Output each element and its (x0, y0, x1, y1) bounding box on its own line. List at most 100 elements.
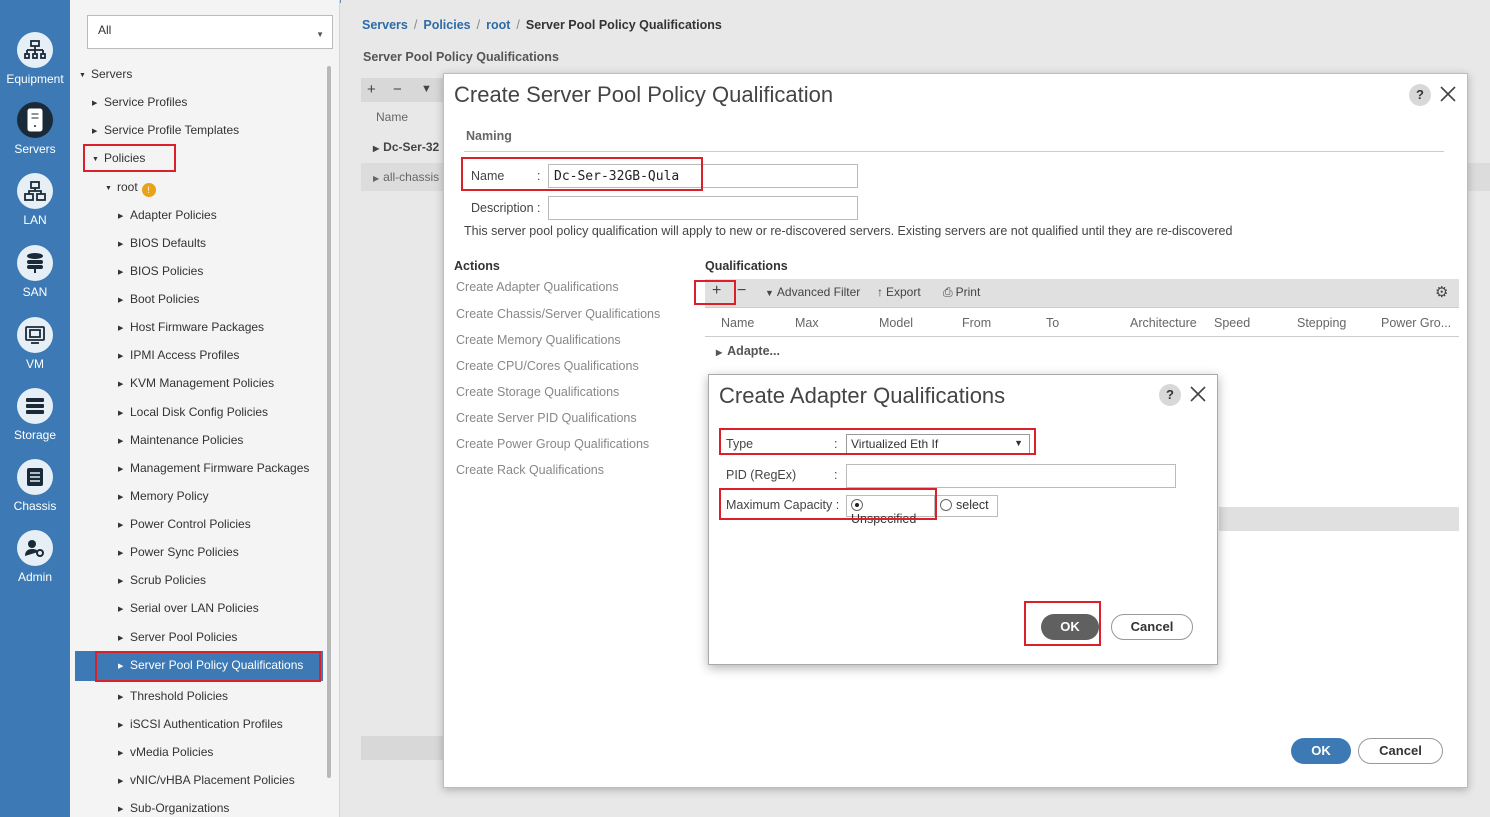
tree-item-memory-policy[interactable]: ▶ Memory Policy (118, 489, 209, 503)
tree-item-threshold-policies[interactable]: ▶ Threshold Policies (118, 689, 228, 703)
tree-item-server-pool-policy-qualifications[interactable]: ▶ Server Pool Policy Qualifications (75, 651, 323, 681)
add-qualification-button[interactable]: + (712, 282, 721, 300)
cancel-button[interactable]: Cancel (1111, 614, 1193, 640)
tree-item-root[interactable]: ▼ root! (105, 180, 156, 197)
rail-equipment[interactable]: Equipment (0, 32, 70, 86)
tree-item-sub-organizations[interactable]: ▶ Sub-Organizations (118, 801, 229, 815)
create-rack-qualifications-link[interactable]: Create Rack Qualifications (456, 463, 604, 477)
tree-item-bios-policies[interactable]: ▶ BIOS Policies (118, 264, 203, 278)
type-label: Type (726, 437, 754, 451)
tree-item-vmedia-policies[interactable]: ▶ vMedia Policies (118, 745, 213, 759)
background-table-row[interactable]: ▶ Dc-Ser-32 (361, 134, 451, 160)
tree-item-serial-over-lan-policies[interactable]: ▶ Serial over LAN Policies (118, 601, 259, 615)
tree-item-host-firmware-packages[interactable]: ▶ Host Firmware Packages (118, 320, 264, 334)
tree-item-bios-defaults[interactable]: ▶ BIOS Defaults (118, 236, 206, 250)
export-button[interactable]: ↑ Export (877, 285, 921, 299)
rail-san[interactable]: SAN (0, 245, 70, 299)
table-row[interactable]: ▶ Adapte... (716, 344, 780, 358)
tree-item-power-sync-policies[interactable]: ▶ Power Sync Policies (118, 545, 239, 559)
create-server-pid-qualifications-link[interactable]: Create Server PID Qualifications (456, 411, 637, 425)
collapsed-icon: ▶ (118, 806, 124, 813)
breadcrumb-root[interactable]: root (486, 18, 510, 32)
equipment-icon (17, 32, 53, 68)
breadcrumb-servers[interactable]: Servers (362, 18, 408, 32)
pid-regex-input[interactable] (846, 464, 1176, 488)
cancel-button[interactable]: Cancel (1358, 738, 1443, 764)
radio-unspecified[interactable]: Unspecified (846, 495, 935, 526)
close-icon[interactable] (1439, 85, 1459, 105)
tree-item-label: vNIC/vHBA Placement Policies (130, 773, 295, 787)
collapsed-icon: ▶ (118, 410, 124, 417)
create-cpu-cores-qualifications-link[interactable]: Create CPU/Cores Qualifications (456, 359, 639, 373)
column-header[interactable]: Stepping (1297, 316, 1346, 330)
tree-item-ipmi-access-profiles[interactable]: ▶ IPMI Access Profiles (118, 348, 239, 362)
breadcrumb: Servers / Policies / root / Server Pool Policy… (362, 18, 722, 32)
tree-item-servers[interactable]: ▼ Servers (79, 67, 132, 81)
tree-item-kvm-management-policies[interactable]: ▶ KVM Management Policies (118, 376, 274, 390)
create-storage-qualifications-link[interactable]: Create Storage Qualifications (456, 385, 619, 399)
tree-item-local-disk-config-policies[interactable]: ▶ Local Disk Config Policies (118, 405, 268, 419)
left-icon-rail: Equipment Servers LAN SAN VM Storage Cha… (0, 0, 70, 817)
tree-item-maintenance-policies[interactable]: ▶ Maintenance Policies (118, 433, 243, 447)
collapsed-icon: ▶ (118, 750, 124, 757)
tree-item-boot-policies[interactable]: ▶ Boot Policies (118, 292, 199, 306)
rail-storage[interactable]: Storage (0, 388, 70, 442)
tree-item-server-pool-policies[interactable]: ▶ Server Pool Policies (118, 630, 237, 644)
column-header[interactable]: Architecture (1130, 316, 1197, 330)
info-text: This server pool policy qualification wi… (464, 224, 1233, 238)
ok-button[interactable]: OK (1291, 738, 1351, 764)
nav-filter-select[interactable]: All ▼ (87, 15, 333, 49)
rail-servers[interactable]: Servers (0, 102, 70, 156)
rail-chassis[interactable]: Chassis (0, 459, 70, 513)
column-header[interactable]: Name (721, 316, 754, 330)
radio-select[interactable]: select (935, 495, 998, 517)
create-chassis-server-qualifications-link[interactable]: Create Chassis/Server Qualifications (456, 307, 660, 321)
tree-item-service-profile-templates[interactable]: ▶ Service Profile Templates (92, 123, 239, 137)
column-header[interactable]: From (962, 316, 991, 330)
add-icon[interactable]: + (367, 81, 376, 98)
filter-icon[interactable]: ▼ (421, 83, 432, 95)
column-header[interactable]: Speed (1214, 316, 1250, 330)
tree-item-scrub-policies[interactable]: ▶ Scrub Policies (118, 573, 206, 587)
column-header[interactable]: Max (795, 316, 819, 330)
nav-scrollbar[interactable] (327, 66, 331, 778)
tree-item-label: BIOS Defaults (130, 236, 207, 250)
tree-item-service-profiles[interactable]: ▶ Service Profiles (92, 95, 187, 109)
type-select[interactable]: Virtualized Eth If ▼ (846, 434, 1030, 454)
remove-icon[interactable]: − (393, 81, 402, 98)
rail-label: Chassis (13, 499, 57, 513)
help-icon[interactable]: ? (1409, 84, 1431, 106)
breadcrumb-current: Server Pool Policy Qualifications (525, 18, 722, 32)
help-icon[interactable]: ? (1159, 384, 1181, 406)
breadcrumb-policies[interactable]: Policies (423, 18, 470, 32)
column-header[interactable]: Power Gro... (1381, 316, 1451, 330)
create-adapter-qualifications-link[interactable]: Create Adapter Qualifications (456, 280, 619, 294)
rail-vm[interactable]: VM (0, 317, 70, 371)
rail-admin[interactable]: Admin (0, 530, 70, 584)
close-icon[interactable] (1189, 385, 1209, 405)
type-select-value: Virtualized Eth If (851, 437, 939, 451)
create-memory-qualifications-link[interactable]: Create Memory Qualifications (456, 333, 621, 347)
print-button[interactable]: ⎙ Print (943, 285, 980, 300)
admin-icon (17, 530, 53, 566)
tree-item-policies[interactable]: ▼ Policies (92, 151, 145, 165)
column-header[interactable]: To (1046, 316, 1059, 330)
tree-item-iscsi-authentication-profiles[interactable]: ▶ iSCSI Authentication Profiles (118, 717, 283, 731)
tree-item-power-control-policies[interactable]: ▶ Power Control Policies (118, 517, 251, 531)
name-input[interactable]: Dc-Ser-32GB-Qula (548, 164, 858, 188)
chassis-icon (17, 459, 53, 495)
ok-button[interactable]: OK (1041, 614, 1099, 640)
rail-label: LAN (23, 213, 47, 227)
advanced-filter-button[interactable]: ▼ Advanced Filter (765, 285, 860, 299)
tree-item-label: IPMI Access Profiles (130, 348, 240, 362)
create-power-group-qualifications-link[interactable]: Create Power Group Qualifications (456, 437, 649, 451)
description-input[interactable] (548, 196, 858, 220)
tree-item-label: Local Disk Config Policies (130, 405, 269, 419)
rail-lan[interactable]: LAN (0, 173, 70, 227)
column-header[interactable]: Model (879, 316, 913, 330)
tree-item-vnic-vhba-placement-policies[interactable]: ▶ vNIC/vHBA Placement Policies (118, 773, 295, 787)
tree-item-management-firmware-packages[interactable]: ▶ Management Firmware Packages (118, 461, 309, 475)
gear-icon[interactable]: ⚙ (1435, 283, 1448, 301)
tree-item-adapter-policies[interactable]: ▶ Adapter Policies (118, 208, 217, 222)
remove-qualification-button[interactable]: − (737, 282, 746, 300)
